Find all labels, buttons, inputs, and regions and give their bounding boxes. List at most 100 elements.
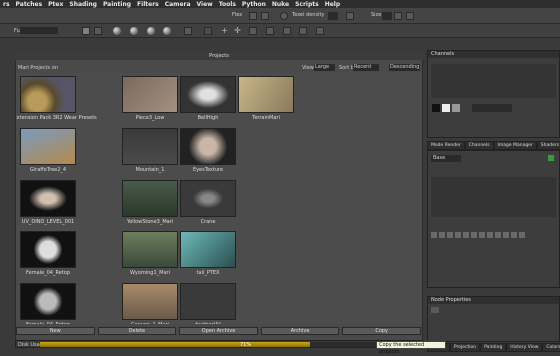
project-thumbnail[interactable]: [180, 231, 236, 268]
channels-panel: Channels: [427, 50, 560, 138]
menu-item[interactable]: Python: [239, 1, 269, 8]
copy-icon[interactable]: [406, 12, 414, 20]
menu-item[interactable]: Camera: [162, 1, 194, 8]
view-label: View: [302, 65, 314, 71]
project-thumbnail[interactable]: [180, 128, 236, 165]
project-thumbnail[interactable]: [20, 76, 76, 113]
delete-button[interactable]: Delete: [97, 327, 177, 335]
layer-tool-icon[interactable]: [503, 232, 509, 238]
shading-flat-icon[interactable]: [113, 27, 121, 35]
project-thumbnail[interactable]: [122, 128, 178, 165]
axis-icon[interactable]: ✛: [234, 27, 242, 35]
menu-item[interactable]: Tools: [216, 1, 239, 8]
grid-icon[interactable]: [261, 12, 269, 20]
texel-icon[interactable]: [280, 12, 288, 20]
project-thumbnail[interactable]: [20, 283, 76, 320]
panel-tab[interactable]: Painting: [480, 343, 507, 352]
snap-icon[interactable]: [249, 27, 257, 35]
channels-title: Channels: [428, 51, 559, 58]
frame-icon[interactable]: [184, 27, 192, 35]
project-thumbnail[interactable]: [122, 76, 178, 113]
view-cube-icon[interactable]: [299, 27, 307, 35]
toolbar-top: Flex Texel density Size: [0, 8, 560, 24]
layers-header: Base: [431, 154, 556, 162]
archive-button[interactable]: Archive: [260, 327, 340, 335]
shading-lit-icon[interactable]: [147, 27, 155, 35]
texel-density-label: Texel density: [292, 12, 325, 18]
layer-tool-icon[interactable]: [463, 232, 469, 238]
projects-buttons: New Delete Open Archive Archive Copy: [16, 327, 421, 335]
project-thumbnail[interactable]: [20, 180, 76, 217]
layer-tool-icon[interactable]: [519, 232, 525, 238]
layers-dropdown[interactable]: Base: [431, 154, 461, 162]
project-thumbnail[interactable]: [122, 180, 178, 217]
sort-dropdown[interactable]: Recent: [353, 64, 379, 71]
mask-icon[interactable]: [266, 27, 274, 35]
camera-icon[interactable]: [316, 27, 324, 35]
menu-item[interactable]: Scripts: [292, 1, 322, 8]
texel-density-field[interactable]: [328, 12, 338, 20]
menu-item[interactable]: View: [194, 1, 216, 8]
size-label: Size: [371, 12, 382, 18]
flex-toggle[interactable]: [249, 12, 257, 20]
zoom-icon[interactable]: [82, 27, 90, 35]
menu-item[interactable]: Help: [322, 1, 343, 8]
panel-tab[interactable]: Colors: [542, 343, 560, 352]
menu-item[interactable]: Painting: [100, 1, 134, 8]
channel-field[interactable]: [472, 104, 512, 112]
new-button[interactable]: New: [16, 327, 95, 335]
view-mode-dropdown[interactable]: [20, 27, 58, 34]
swatch-black[interactable]: [432, 104, 440, 112]
layer-tool-icon[interactable]: [479, 232, 485, 238]
shading-full-icon[interactable]: [163, 27, 171, 35]
project-thumbnail[interactable]: [180, 283, 236, 320]
menu-item[interactable]: Nuke: [269, 1, 292, 8]
menu-item[interactable]: Ptex: [45, 1, 66, 8]
menu-item[interactable]: Filters: [134, 1, 162, 8]
open-archive-button[interactable]: Open Archive: [179, 327, 258, 335]
stencil-icon[interactable]: [283, 27, 291, 35]
layer-tool-icon[interactable]: [455, 232, 461, 238]
panel-tab[interactable]: Image Manager: [493, 141, 537, 150]
add-icon[interactable]: +: [221, 27, 229, 35]
layer-tool-icon[interactable]: [447, 232, 453, 238]
layer-tool-icon[interactable]: [471, 232, 477, 238]
panel-tab[interactable]: Mode Render: [427, 141, 465, 150]
project-thumbnail[interactable]: [20, 128, 76, 165]
node-icon[interactable]: [431, 307, 439, 313]
layer-tool-icon[interactable]: [431, 232, 437, 238]
layers-icon[interactable]: [394, 12, 402, 20]
layer-tool-icon[interactable]: [511, 232, 517, 238]
project-name: Crane: [200, 219, 216, 225]
menu-item[interactable]: Patches: [13, 1, 46, 8]
project-thumbnail[interactable]: [122, 283, 178, 320]
project-thumbnail[interactable]: [180, 76, 236, 113]
shading-smooth-icon[interactable]: [130, 27, 138, 35]
checker-icon[interactable]: [346, 12, 354, 20]
order-dropdown[interactable]: Descending: [389, 64, 420, 71]
menu-item[interactable]: rs: [0, 1, 13, 8]
project-thumbnail[interactable]: [122, 231, 178, 268]
swatch-white[interactable]: [442, 104, 450, 112]
copy-button[interactable]: Copy: [342, 327, 421, 335]
node-properties-title: Node Properties: [428, 297, 559, 304]
panel-tab[interactable]: Shaders: [536, 141, 560, 150]
layer-tool-icon[interactable]: [487, 232, 493, 238]
panel-tab[interactable]: Channels: [464, 141, 494, 150]
menu-item[interactable]: Shading: [66, 1, 100, 8]
move-icon[interactable]: [94, 27, 102, 35]
project-thumbnail[interactable]: [180, 180, 236, 217]
layer-add-icon[interactable]: [548, 155, 554, 161]
panel-tab[interactable]: History View: [506, 343, 543, 352]
size-field[interactable]: [382, 12, 392, 20]
channels-list: [431, 64, 556, 98]
project-thumbnail[interactable]: [238, 76, 294, 113]
project-name: UV_DINO_LEVEL_001: [21, 219, 75, 225]
panel-tab[interactable]: Projection: [449, 343, 481, 352]
layer-tool-icon[interactable]: [439, 232, 445, 238]
view-dropdown[interactable]: Large: [314, 64, 335, 71]
project-thumbnail[interactable]: [20, 231, 76, 268]
wireframe-icon[interactable]: [204, 27, 212, 35]
swatch-gray[interactable]: [452, 104, 460, 112]
layer-tool-icon[interactable]: [495, 232, 501, 238]
